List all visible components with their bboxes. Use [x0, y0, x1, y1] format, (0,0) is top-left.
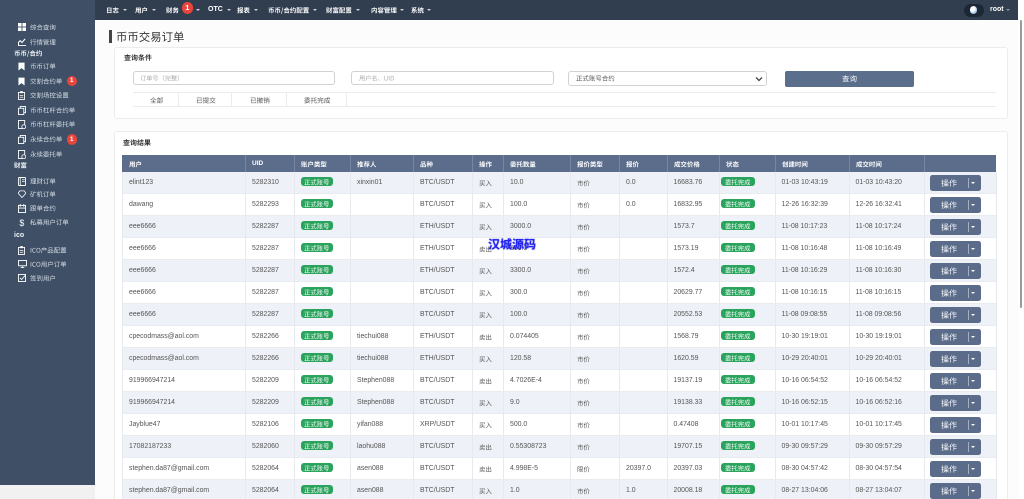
svg-text:$: $ [19, 218, 24, 227]
